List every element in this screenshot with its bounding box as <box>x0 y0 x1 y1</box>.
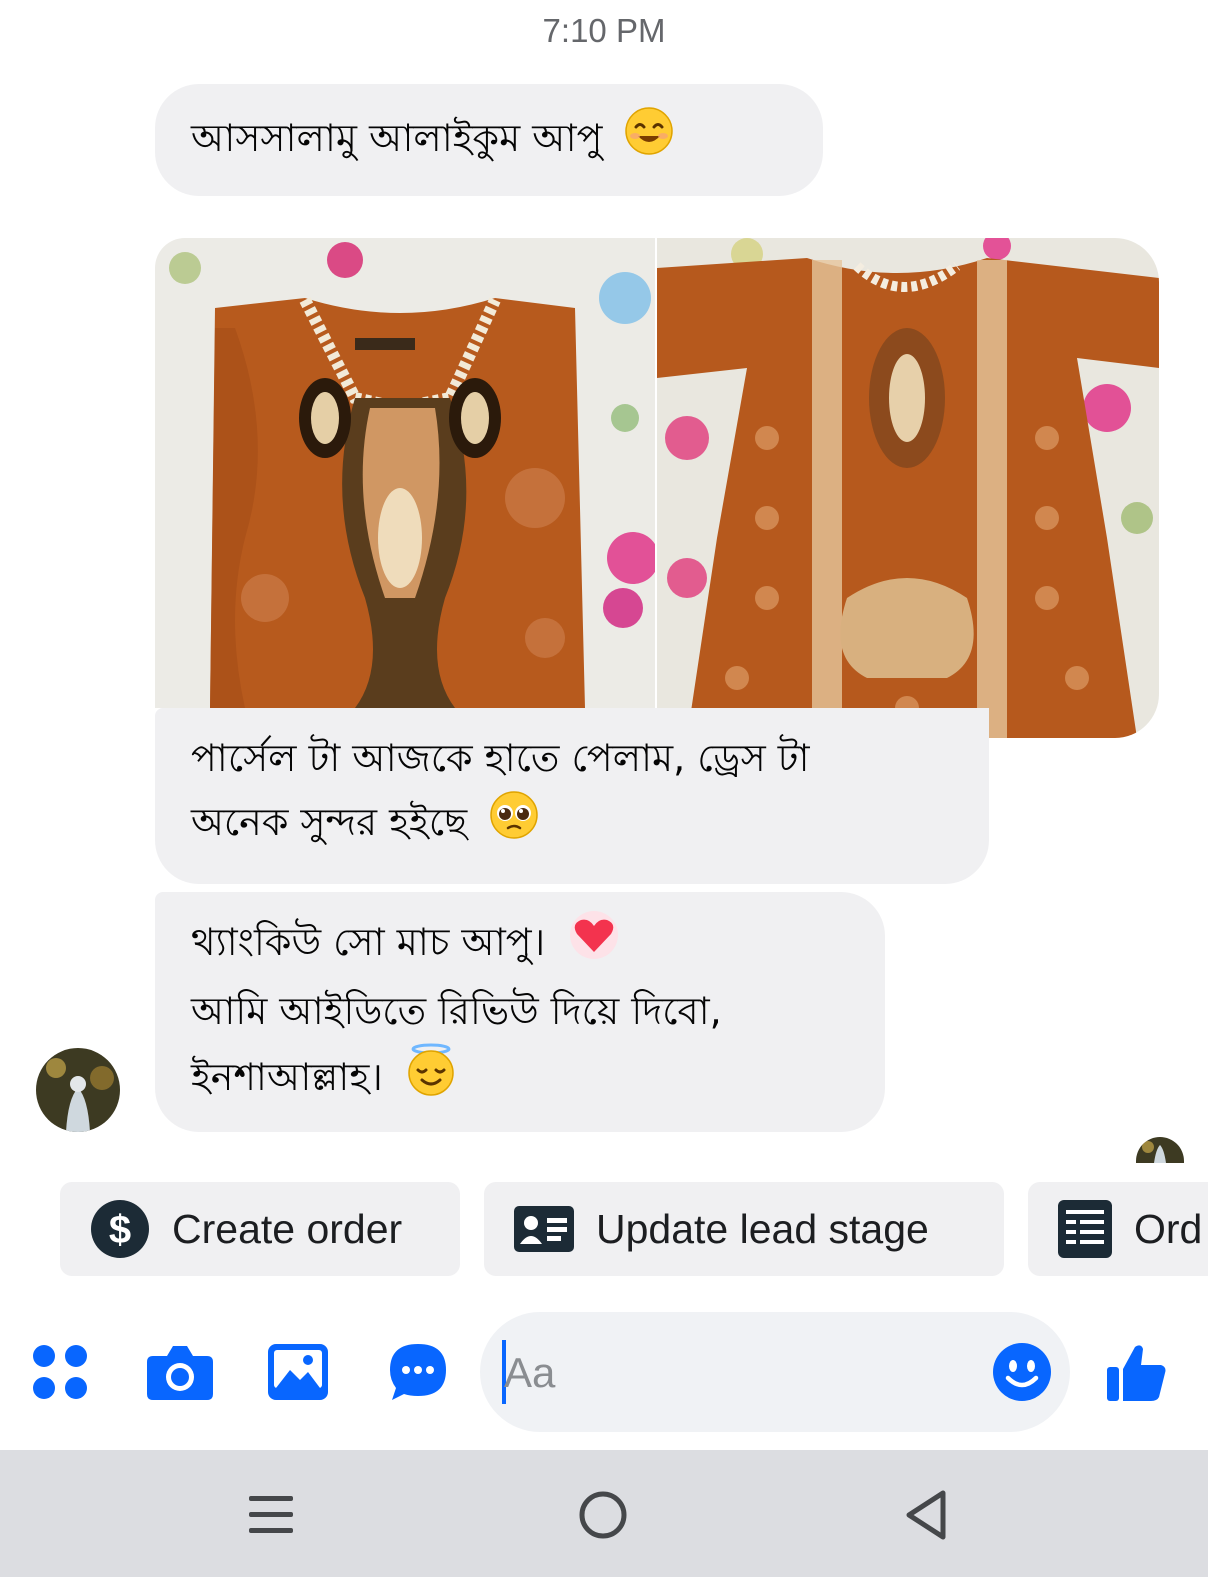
message-text-line: থ্যাংকিউ সো মাচ আপু। <box>191 920 546 964</box>
pleading-face-icon <box>489 790 539 859</box>
sender-avatar[interactable] <box>36 1048 120 1132</box>
contact-card-icon <box>514 1206 574 1252</box>
update-lead-stage-label: Update lead stage <box>596 1205 929 1252</box>
read-receipt-avatar <box>1136 1137 1184 1163</box>
chat-bubble-icon[interactable] <box>378 1312 458 1432</box>
message-bubble[interactable]: পার্সেল টা আজকে হাতে পেলাম, ড্রেস টা অনে… <box>155 708 989 884</box>
orders-button[interactable]: Ord <box>1028 1182 1208 1276</box>
heart-icon <box>567 910 621 979</box>
message-bubble[interactable]: আসসালামু আলাইকুম আপু <box>155 84 823 196</box>
image-icon[interactable] <box>258 1312 338 1432</box>
back-icon[interactable] <box>882 1480 972 1550</box>
message-input-container <box>480 1312 1070 1432</box>
apps-grid-icon[interactable] <box>20 1312 100 1432</box>
message-composer <box>0 1312 1208 1432</box>
message-text: আসসালামু আলাইকুম আপু <box>191 116 603 160</box>
emoji-icon[interactable] <box>992 1342 1052 1406</box>
create-order-button[interactable]: $ Create order <box>60 1182 460 1276</box>
smiling-face-icon <box>624 106 674 175</box>
home-icon[interactable] <box>558 1480 648 1550</box>
thumbs-up-icon[interactable] <box>1096 1312 1176 1432</box>
message-text-line: অনেক সুন্দর হইছে <box>191 800 468 844</box>
dress-photo-folded[interactable] <box>155 238 655 708</box>
message-bubble[interactable]: থ্যাংকিউ সো মাচ আপু। আমি আইডিতে রিভিউ দি… <box>155 892 885 1132</box>
orders-label: Ord <box>1134 1205 1203 1252</box>
dress-photo-spread[interactable] <box>657 238 1159 738</box>
update-lead-stage-button[interactable]: Update lead stage <box>484 1182 1004 1276</box>
dollar-icon: $ <box>90 1199 150 1259</box>
create-order-label: Create order <box>172 1205 403 1252</box>
system-navigation-bar <box>0 1450 1208 1577</box>
document-list-icon <box>1058 1200 1112 1258</box>
message-text-line: আমি আইডিতে রিভিউ দিয়ে দিবো, <box>191 989 722 1033</box>
camera-icon[interactable] <box>140 1312 220 1432</box>
message-input[interactable] <box>502 1342 966 1404</box>
smiling-halo-face-icon <box>405 1043 457 1116</box>
message-text-line: পার্সেল টা আজকে হাতে পেলাম, ড্রেস টা <box>191 736 810 780</box>
quick-actions-bar: $ Create order Update lead stage Ord <box>60 1182 1208 1276</box>
recent-apps-icon[interactable] <box>226 1480 316 1550</box>
svg-text:$: $ <box>109 1208 131 1252</box>
message-text-line: ইনশাআল্লাহ। <box>191 1055 383 1099</box>
message-timestamp: 7:10 PM <box>542 12 666 49</box>
